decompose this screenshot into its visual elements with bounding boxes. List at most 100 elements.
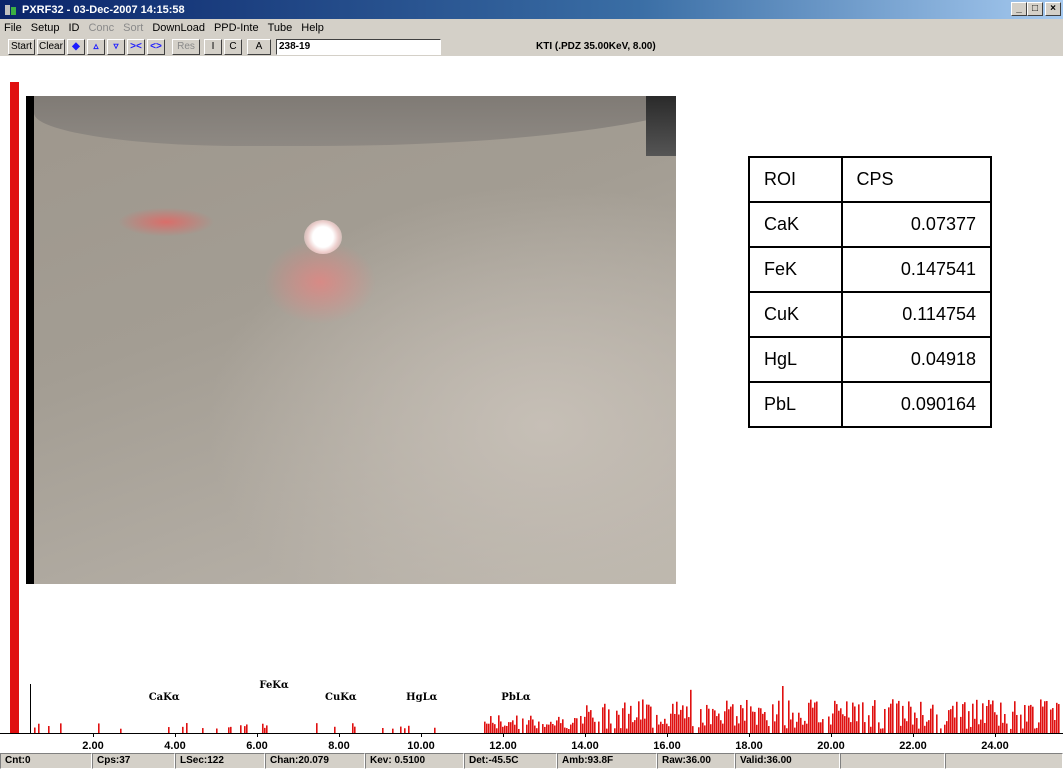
- spectrum-bar: [586, 705, 588, 733]
- tick-label: 16.00: [653, 740, 681, 752]
- spectrum-bar: [492, 722, 494, 733]
- table-header-row: ROI CPS: [748, 156, 992, 203]
- spectrum-bar: [734, 725, 736, 733]
- menu-id[interactable]: ID: [68, 22, 79, 34]
- spectrum-bar: [746, 699, 748, 733]
- tick-mark: [257, 733, 258, 737]
- spectrum-bar: [704, 725, 706, 733]
- spectrum-bar: [822, 719, 824, 733]
- spectrum-bar: [650, 706, 652, 733]
- menu-setup[interactable]: Setup: [31, 22, 60, 34]
- menu-tube[interactable]: Tube: [268, 22, 293, 34]
- spectrum-bar: [774, 721, 776, 733]
- spectrum-bar: [576, 718, 578, 733]
- c-button[interactable]: C: [224, 39, 242, 55]
- spectrum-ticks: 2.00 4.00 6.00 8.00 10.00 12.00 14.00 16.00 18.0…: [0, 733, 1063, 753]
- spectrum-bar: [616, 710, 618, 733]
- spectrum-bar: [508, 722, 510, 733]
- status-lsec: LSec:122: [175, 753, 265, 769]
- tick-label: 20.00: [817, 740, 845, 752]
- spectrum-bar: [760, 708, 762, 733]
- spectrum-bar: [240, 725, 242, 733]
- spectrum-bar: [920, 701, 922, 733]
- spectrum-bar: [818, 722, 820, 733]
- tick-mark: [421, 733, 422, 737]
- tick-label: 10.00: [407, 740, 435, 752]
- spectrum-bar: [664, 718, 666, 733]
- spectrum-bar: [982, 703, 984, 733]
- zoom-out-icon[interactable]: <>: [147, 39, 165, 55]
- spectrum-bar: [1016, 714, 1018, 733]
- spectrum-bar: [1000, 702, 1002, 733]
- minimize-button[interactable]: _: [1011, 2, 1027, 16]
- spectrum-bar: [766, 720, 768, 733]
- spectrum-bar: [788, 700, 790, 733]
- spectrum-bar: [804, 720, 806, 733]
- spectrum-bar: [570, 724, 572, 733]
- a-button[interactable]: A: [247, 39, 271, 55]
- spectrum-bar: [1024, 705, 1026, 733]
- menu-help[interactable]: Help: [301, 22, 324, 34]
- menu-sort[interactable]: Sort: [123, 22, 143, 34]
- spectrum-bar: [634, 720, 636, 733]
- spectrum-bar: [994, 712, 996, 733]
- sample-id-field[interactable]: 238-19: [276, 39, 441, 55]
- app-icon[interactable]: [4, 3, 18, 17]
- spectrum-bar: [1044, 701, 1046, 733]
- tick-label: 18.00: [735, 740, 763, 752]
- spectrum-bar: [836, 704, 838, 733]
- close-button[interactable]: ×: [1045, 2, 1061, 16]
- source-info: KTI (.PDZ 35.00KeV, 8.00): [536, 41, 656, 52]
- spectrum-bar: [1050, 709, 1052, 733]
- spectrum-bar: [266, 725, 268, 733]
- cps-cell: 0.147541: [840, 246, 992, 293]
- menu-ppd-inte[interactable]: PPD-Inte: [214, 22, 259, 34]
- table-row: CuK 0.114754: [748, 291, 992, 338]
- i-button[interactable]: I: [204, 39, 222, 55]
- spectrum-plot: CaKα FeKα CuKα HgLα PbLα: [30, 680, 1060, 734]
- spectrum-bar: [628, 713, 630, 733]
- spectrum-bar: [98, 723, 100, 733]
- spectrum-bar: [776, 714, 778, 733]
- spectrum-bar: [1052, 708, 1054, 733]
- spectrum-bar: [948, 710, 950, 733]
- menu-conc[interactable]: Conc: [88, 22, 114, 34]
- menu-file[interactable]: File: [4, 22, 22, 34]
- tick-label: 24.00: [981, 740, 1009, 752]
- spectrum-bar: [724, 711, 726, 733]
- spectrum-bar: [638, 701, 640, 733]
- spectrum-bar: [952, 705, 954, 733]
- spectrum-bar: [888, 707, 890, 733]
- spectrum-bar: [1020, 714, 1022, 733]
- spectrum-bar: [646, 704, 648, 733]
- clear-button[interactable]: Clear: [37, 39, 65, 55]
- spectrum-bar: [1014, 701, 1016, 733]
- spectrum-bar: [726, 700, 728, 733]
- arrow-up-icon[interactable]: ▵: [87, 39, 105, 55]
- spectrum-bar: [558, 716, 560, 733]
- eraser-icon[interactable]: ◆: [67, 39, 85, 55]
- spectrum-bar: [660, 721, 662, 733]
- maximize-button[interactable]: □: [1027, 2, 1043, 16]
- spectrum-bar: [604, 703, 606, 733]
- res-button[interactable]: Res: [172, 39, 200, 55]
- cps-cell: 0.04918: [840, 336, 992, 383]
- spectrum-bar: [662, 723, 664, 733]
- menu-download[interactable]: DownLoad: [152, 22, 205, 34]
- spectrum-bar: [932, 704, 934, 733]
- spectrum-bar: [1038, 722, 1040, 733]
- spectrum-bar: [854, 706, 856, 733]
- start-button[interactable]: Start: [8, 39, 35, 55]
- spectrum-bar: [740, 704, 742, 733]
- spectrum-bar: [730, 706, 732, 733]
- arrow-down-icon[interactable]: ▿: [107, 39, 125, 55]
- spectrum-bar: [840, 708, 842, 733]
- spectrum-bar: [484, 721, 486, 733]
- spectrum-bar: [588, 711, 590, 733]
- cps-cell: 0.07377: [840, 201, 992, 248]
- spectrum-bar: [630, 705, 632, 733]
- spectrum-bar: [716, 716, 718, 733]
- spectrum-bar: [984, 722, 986, 733]
- spectrum-bar: [798, 712, 800, 733]
- zoom-in-icon[interactable]: ><: [127, 39, 145, 55]
